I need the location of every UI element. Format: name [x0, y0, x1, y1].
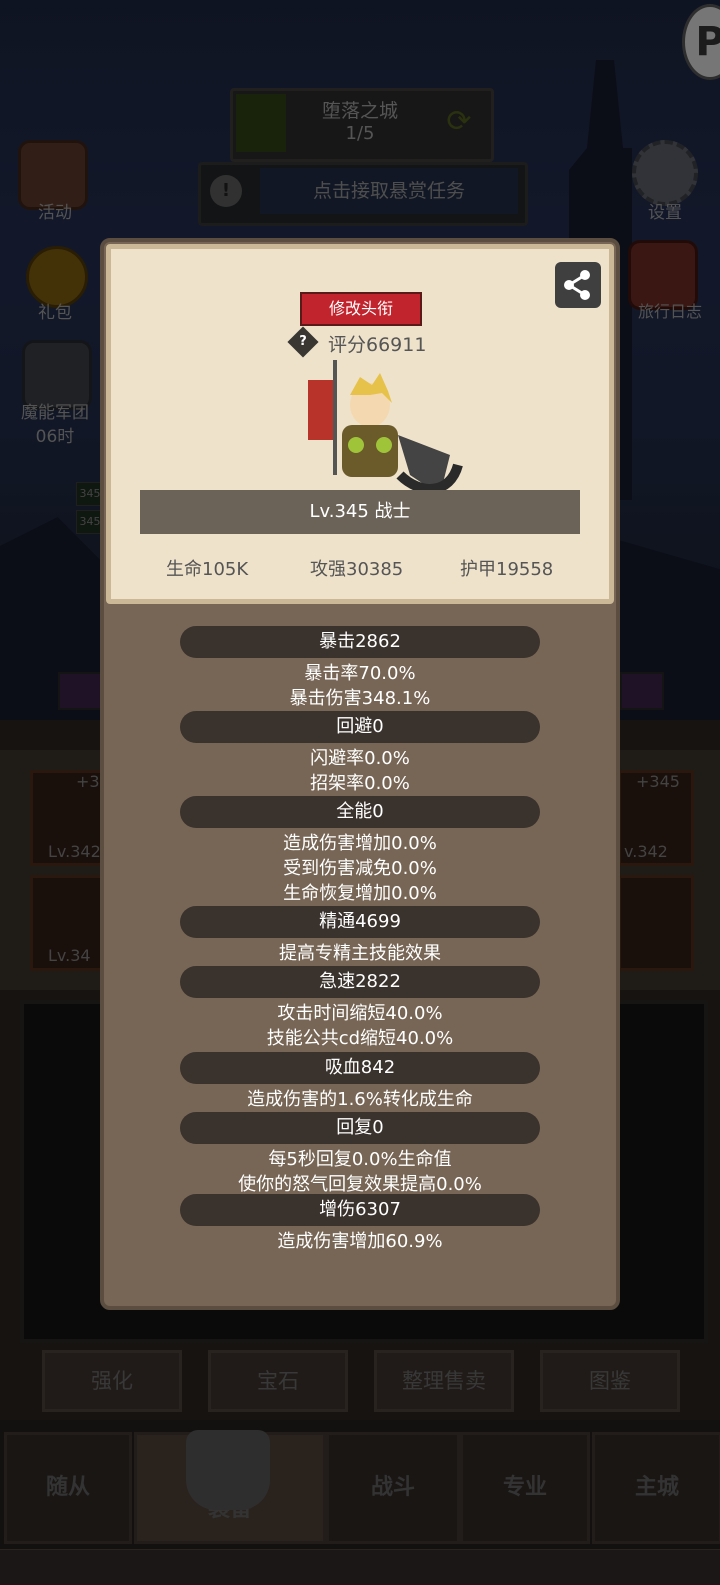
attr-line: 造成伤害增加60.9% [277, 1231, 443, 1252]
attr-line: 闪避率0.0% [310, 748, 410, 769]
level-class-banner: Lv.345 战士 [140, 490, 580, 534]
attr-line: 招架率0.0% [310, 773, 410, 794]
armor-stat: 护甲19558 [460, 559, 554, 580]
help-icon-glyph: ? [299, 334, 307, 349]
attr-line: 提高专精主技能效果 [279, 943, 441, 964]
attr-line: 技能公共cd缩短40.0% [266, 1028, 454, 1049]
attr-line: 生命恢复增加0.0% [283, 883, 437, 904]
attr-line: 每5秒回复0.0%生命值 [268, 1149, 452, 1170]
attr-header-versatility: 全能0 [180, 796, 540, 828]
attr-header-lifesteal: 吸血842 [180, 1052, 540, 1084]
change-title-button[interactable]: 修改头衔 [300, 292, 422, 326]
attr-line: 造成伤害的1.6%转化成生命 [247, 1089, 473, 1110]
attr-line: 造成伤害增加0.0% [283, 833, 437, 854]
attr-line: 攻击时间缩短40.0% [277, 1003, 443, 1024]
attr-line: 使你的怒气回复效果提高0.0% [238, 1174, 482, 1195]
warrior-avatar [308, 360, 463, 495]
share-icon [564, 270, 590, 300]
attr-header-crit: 暴击2862 [180, 626, 540, 658]
attr-header-haste: 急速2822 [180, 966, 540, 998]
hp-stat: 生命105K [166, 559, 249, 580]
attr-line: 暴击率70.0% [304, 663, 416, 684]
score: 评分66911 [328, 334, 427, 356]
attr-line: 受到伤害减免0.0% [283, 858, 437, 879]
share-button[interactable] [555, 262, 601, 308]
attr-header-damage-boost: 增伤6307 [180, 1194, 540, 1226]
attr-header-evasion: 回避0 [180, 711, 540, 743]
attr-line: 暴击伤害348.1% [289, 688, 431, 709]
attack-stat: 攻强30385 [310, 559, 404, 580]
attr-header-mastery: 精通4699 [180, 906, 540, 938]
attr-header-regen: 回复0 [180, 1112, 540, 1144]
